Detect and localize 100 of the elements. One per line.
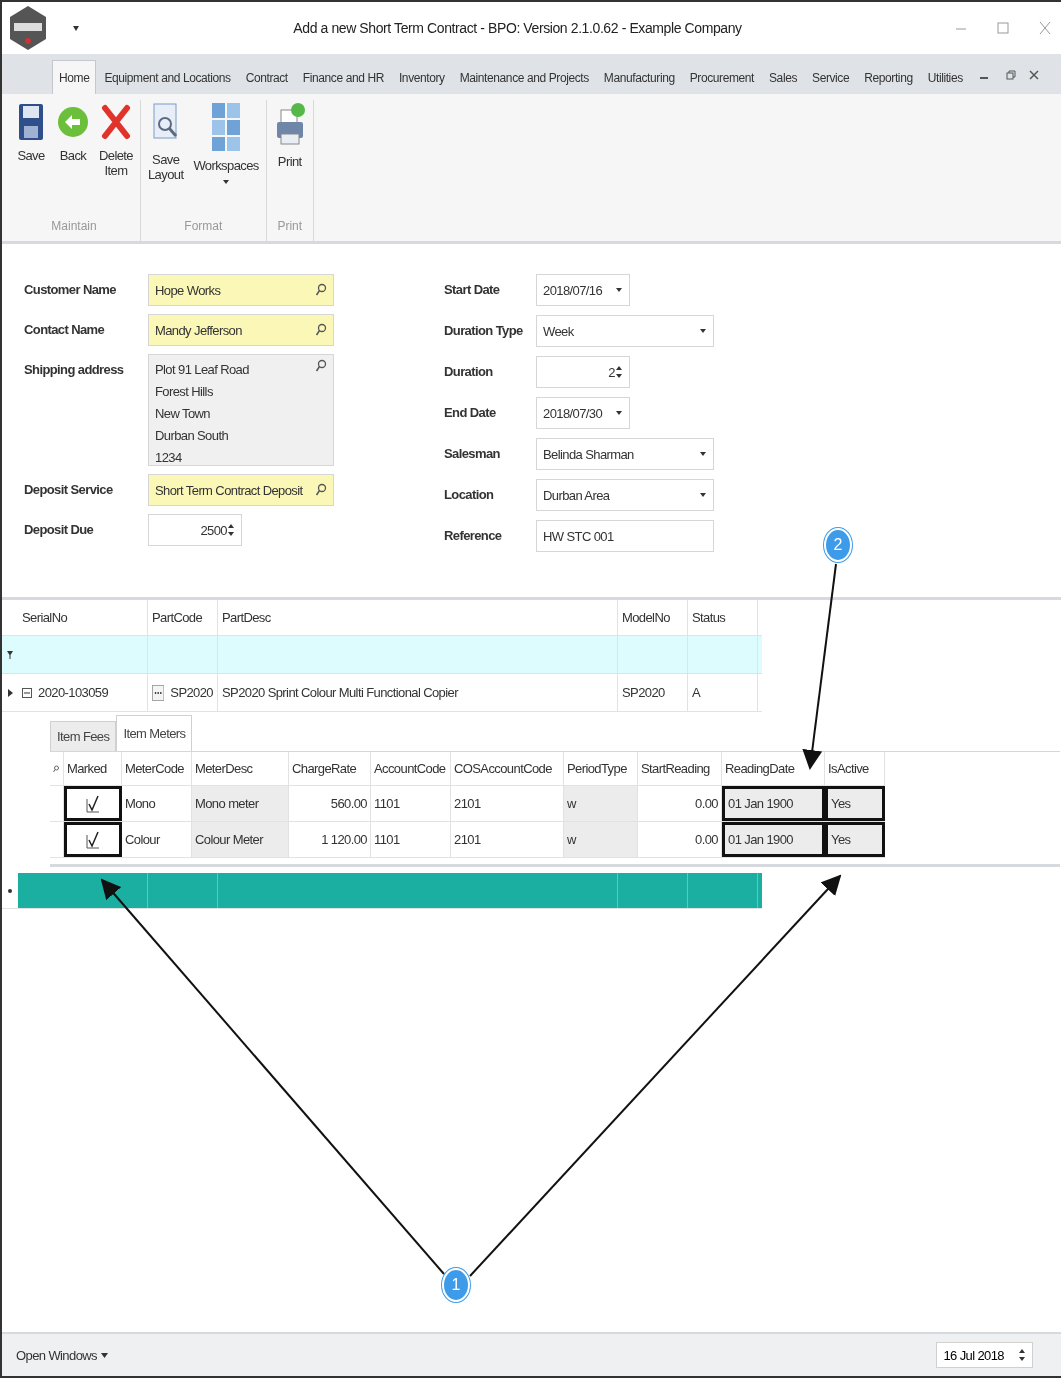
checked-checkbox-icon[interactable] bbox=[86, 794, 100, 813]
restore-icon[interactable] bbox=[1005, 70, 1016, 80]
column-header[interactable]: Marked bbox=[64, 752, 122, 785]
ellipsis-button-icon[interactable] bbox=[152, 683, 165, 702]
dropdown-caret-icon bbox=[222, 179, 231, 185]
input-field[interactable]: Short Term Contract Deposit bbox=[148, 474, 334, 506]
collapse-icon[interactable] bbox=[22, 687, 32, 698]
column-header[interactable]: IsActive bbox=[825, 752, 885, 785]
filter-icon[interactable] bbox=[7, 650, 13, 659]
field-label: Reference bbox=[444, 527, 503, 543]
search-icon[interactable] bbox=[315, 323, 327, 337]
field-label: Location bbox=[444, 486, 495, 502]
input-field[interactable]: 2018/07/16 bbox=[536, 274, 630, 306]
search-icon[interactable] bbox=[315, 359, 327, 373]
field-label: End Date bbox=[444, 404, 497, 420]
open-windows-button[interactable]: Open Windows bbox=[10, 1346, 114, 1364]
field-label: Shipping address bbox=[24, 361, 125, 377]
column-header[interactable]: ChargeRate bbox=[289, 752, 371, 785]
table-cell: w bbox=[564, 822, 638, 857]
search-icon[interactable] bbox=[315, 283, 327, 297]
ribbon-tab[interactable]: Sales bbox=[762, 60, 805, 94]
column-header[interactable]: Status bbox=[688, 600, 758, 635]
close-icon[interactable] bbox=[1028, 70, 1039, 80]
detail-tab[interactable]: Item Meters bbox=[116, 715, 193, 751]
column-header[interactable]: MeterCode bbox=[122, 752, 192, 785]
column-header[interactable]: PartDesc bbox=[218, 600, 618, 635]
input-field[interactable]: 2 bbox=[536, 356, 630, 388]
checked-checkbox-icon[interactable] bbox=[86, 830, 100, 849]
dropdown-caret-icon[interactable] bbox=[615, 410, 623, 416]
table-cell: Yes bbox=[825, 822, 885, 857]
column-header[interactable]: SerialNo bbox=[18, 600, 148, 635]
ribbon-button[interactable]: Print bbox=[270, 100, 309, 215]
dropdown-caret-icon[interactable] bbox=[615, 287, 623, 293]
input-field[interactable]: Week bbox=[536, 315, 714, 347]
search-icon[interactable] bbox=[53, 764, 59, 773]
spin-buttons-icon[interactable] bbox=[615, 364, 623, 380]
window-title: Add a new Short Term Contract - BPO: Version 2.1.0.62 - Example Company bbox=[292, 20, 743, 36]
field-label: Contact Name bbox=[24, 321, 106, 337]
minimize-icon[interactable] bbox=[978, 76, 989, 80]
ribbon-tab[interactable]: Finance and HR bbox=[295, 60, 391, 94]
column-header[interactable]: ModelNo bbox=[618, 600, 688, 635]
spin-buttons-icon[interactable] bbox=[227, 522, 235, 538]
address-field[interactable]: Plot 91 Leaf Road Forest Hills New Town Durban South 1234 bbox=[148, 354, 334, 466]
ribbon-tab[interactable]: Manufacturing bbox=[596, 60, 682, 94]
table-cell: Colour Meter bbox=[192, 822, 289, 857]
column-header[interactable]: COSAccountCode bbox=[451, 752, 564, 785]
ribbon-button[interactable]: Delete Item bbox=[96, 100, 136, 215]
delete-x-icon bbox=[101, 102, 131, 142]
detail-tab[interactable]: Item Fees bbox=[50, 721, 117, 751]
dropdown-caret-icon[interactable] bbox=[699, 492, 707, 498]
ribbon-button[interactable]: Back bbox=[54, 100, 92, 215]
search-icon[interactable] bbox=[315, 483, 327, 497]
ribbon-tab[interactable]: Equipment and Locations bbox=[97, 60, 238, 94]
close-icon[interactable] bbox=[1039, 21, 1051, 35]
ribbon-button[interactable]: Save bbox=[12, 100, 50, 215]
ribbon-tab[interactable]: Procurement bbox=[682, 60, 761, 94]
ribbon-tab[interactable]: Contract bbox=[238, 60, 295, 94]
callout-badge: 2 bbox=[824, 528, 852, 562]
app-logo-icon[interactable] bbox=[8, 5, 48, 51]
field-label: Duration Type bbox=[444, 322, 524, 338]
ribbon-button[interactable]: Workspaces bbox=[190, 100, 262, 215]
column-header[interactable]: StartReading bbox=[638, 752, 722, 785]
quick-access-caret-icon[interactable] bbox=[72, 24, 80, 32]
ribbon-group-label: Format bbox=[183, 218, 224, 235]
input-field[interactable]: 2500 bbox=[148, 514, 242, 546]
ribbon-tab[interactable]: Utilities bbox=[920, 60, 970, 94]
ribbon-group-label: Maintain bbox=[50, 218, 98, 235]
table-cell: Yes bbox=[825, 786, 885, 821]
input-field[interactable]: HW STC 001 bbox=[536, 520, 714, 552]
dropdown-caret-icon[interactable] bbox=[699, 328, 707, 334]
ribbon-button[interactable]: Save Layout bbox=[145, 100, 187, 215]
input-field[interactable]: Belinda Sharman bbox=[536, 438, 714, 470]
input-field[interactable]: 2018/07/30 bbox=[536, 397, 630, 429]
dropdown-caret-icon[interactable] bbox=[699, 451, 707, 457]
ribbon-tab[interactable]: Inventory bbox=[391, 60, 452, 94]
input-field[interactable]: Mandy Jefferson bbox=[148, 314, 334, 346]
date-field[interactable]: 16 Jul 2018 bbox=[936, 1342, 1033, 1368]
printer-icon bbox=[274, 102, 305, 148]
new-row-icon bbox=[7, 887, 13, 894]
field-label: Deposit Service bbox=[24, 481, 114, 497]
spin-buttons-icon[interactable] bbox=[1018, 1347, 1026, 1363]
callout-badge: 1 bbox=[442, 1268, 470, 1302]
column-header[interactable]: ReadingDate bbox=[722, 752, 825, 785]
field-label: Deposit Due bbox=[24, 521, 95, 537]
ribbon-group-label: Print bbox=[276, 218, 304, 235]
ribbon-tab[interactable]: Home bbox=[52, 60, 97, 94]
table-cell: SP2020 bbox=[622, 685, 665, 700]
table-cell: 1101 bbox=[371, 822, 451, 857]
ribbon-tab[interactable]: Service bbox=[805, 60, 857, 94]
ribbon-tab[interactable]: Reporting bbox=[857, 60, 920, 94]
input-field[interactable]: Hope Works bbox=[148, 274, 334, 306]
column-header[interactable]: PeriodType bbox=[564, 752, 638, 785]
table-cell: 1 120.00 bbox=[289, 822, 371, 857]
column-header[interactable]: MeterDesc bbox=[192, 752, 289, 785]
table-cell: 560.00 bbox=[289, 786, 371, 821]
ribbon-tab[interactable]: Maintenance and Projects bbox=[452, 60, 596, 94]
table-cell: SP2020 bbox=[170, 685, 213, 700]
column-header[interactable]: PartCode bbox=[148, 600, 218, 635]
input-field[interactable]: Durban Area bbox=[536, 479, 714, 511]
column-header[interactable]: AccountCode bbox=[371, 752, 451, 785]
